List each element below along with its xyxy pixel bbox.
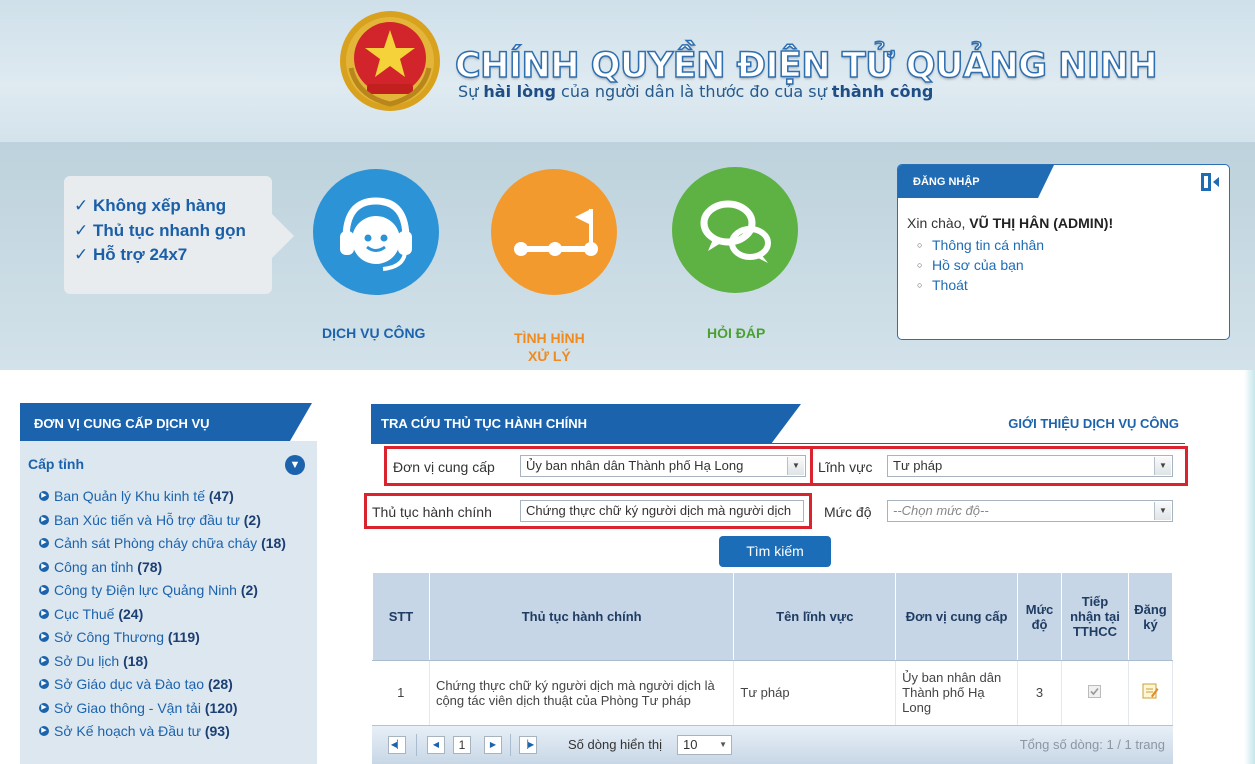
feature-callout: ✓ Không xếp hàng ✓ Thủ tục nhanh gọn ✓ H… bbox=[64, 176, 294, 294]
highlight-box bbox=[364, 493, 812, 529]
cell-procedure[interactable]: Chứng thực chữ ký người dịch mà người dị… bbox=[429, 660, 735, 725]
next-page-icon[interactable]: ▶ bbox=[484, 736, 502, 754]
sidebar-item[interactable]: ▶ Sở Du lịch (18) bbox=[39, 651, 314, 671]
page-edge-shade bbox=[1244, 370, 1255, 764]
provider-sidebar: Cấp tỉnh ▼ ▶ Ban Quản lý Khu kinh tế (47)… bbox=[20, 441, 317, 764]
column-header[interactable]: Đơn vị cung cấp bbox=[895, 572, 1019, 661]
sidebar-header: ĐƠN VỊ CUNG CẤP DỊCH VỤ bbox=[20, 403, 317, 441]
tab-title: TRA CỨU THỦ TỤC HÀNH CHÍNH bbox=[381, 416, 588, 431]
level-select[interactable]: --Chọn mức độ-- ▼ bbox=[887, 500, 1173, 522]
sidebar-item[interactable]: ▶ Sở Giáo dục và Đào tạo (28) bbox=[39, 674, 314, 694]
main-header: TRA CỨU THỦ TỤC HÀNH CHÍNH GIỚI THIỆU DỊ… bbox=[371, 404, 1185, 444]
sidebar-item[interactable]: ▶ Cục Thuế (24) bbox=[39, 604, 314, 624]
sidebar-item[interactable]: ▶ Công ty Điện lực Quảng Ninh (2) bbox=[39, 580, 314, 600]
profile-link[interactable]: Thông tin cá nhân bbox=[917, 235, 1044, 255]
last-page-icon[interactable]: ▕▶ bbox=[519, 736, 537, 754]
pagination-bar: ◀▏ ◀ 1 ▶ ▕▶ Số dòng hiển thị 10 ▼ Tổng số… bbox=[372, 725, 1173, 764]
edit-note-icon[interactable] bbox=[1141, 682, 1159, 700]
tab-procedure-lookup[interactable]: TRA CỨU THỦ TỤC HÀNH CHÍNH bbox=[371, 404, 801, 444]
feature-item: ✓ Thủ tục nhanh gọn bbox=[74, 221, 246, 240]
results-table: STT Thủ tục hành chính Tên lĩnh vực Đơn … bbox=[372, 572, 1174, 725]
cell-field: Tư pháp bbox=[733, 660, 897, 725]
service-intro-link[interactable]: GIỚI THIỆU DỊCH VỤ CÔNG bbox=[1008, 416, 1179, 431]
account-links: Thông tin cá nhân Hồ sơ của bạn Thoát bbox=[917, 235, 1044, 295]
processing-status-button[interactable] bbox=[491, 169, 617, 295]
bullet-arrow-icon: ▶ bbox=[39, 655, 49, 666]
logout-link[interactable]: Thoát bbox=[917, 275, 1044, 295]
processing-status-label[interactable]: TÌNH HÌNH XỬ LÝ bbox=[514, 329, 585, 365]
dropdown-arrow-icon[interactable]: ▼ bbox=[719, 736, 727, 754]
bullet-arrow-icon: ▶ bbox=[39, 608, 49, 619]
page-number-input[interactable]: 1 bbox=[453, 736, 471, 754]
bullet-arrow-icon: ▶ bbox=[39, 491, 49, 501]
search-button[interactable]: Tìm kiếm bbox=[719, 536, 831, 567]
feature-item: ✓ Hỗ trợ 24x7 bbox=[74, 245, 188, 264]
my-records-link[interactable]: Hồ sơ của bạn bbox=[917, 255, 1044, 275]
faq-button[interactable] bbox=[672, 167, 798, 293]
sidebar-group-label: Cấp tỉnh bbox=[28, 456, 84, 472]
highlight-box bbox=[810, 446, 1188, 486]
column-header[interactable]: Mức độ bbox=[1017, 572, 1062, 661]
sidebar-item[interactable]: ▶ Ban Xúc tiến và Hỗ trợ đầu tư (2) bbox=[39, 510, 314, 530]
column-header[interactable]: Đăng ký bbox=[1127, 572, 1174, 661]
cell-provider: Ủy ban nhân dân Thành phố Hạ Long bbox=[895, 660, 1019, 725]
cell-level: 3 bbox=[1017, 660, 1062, 725]
cell-stt: 1 bbox=[372, 660, 430, 725]
bullet-arrow-icon: ▶ bbox=[39, 514, 49, 525]
headset-icon bbox=[340, 197, 412, 271]
cell-tthcc bbox=[1061, 660, 1129, 725]
chevron-down-icon[interactable]: ▼ bbox=[285, 455, 305, 475]
site-slogan: Sự hài lòng của người dân là thước đo củ… bbox=[458, 82, 934, 101]
login-title: ĐĂNG NHẬP bbox=[913, 176, 980, 188]
dropdown-arrow-icon[interactable]: ▼ bbox=[1154, 502, 1171, 520]
national-emblem-logo bbox=[340, 11, 440, 111]
login-tab: ĐĂNG NHẬP bbox=[898, 165, 1054, 198]
column-header[interactable]: STT bbox=[372, 572, 430, 661]
chat-bubbles-icon bbox=[700, 200, 771, 263]
public-service-button[interactable] bbox=[313, 169, 439, 295]
highlight-box bbox=[384, 446, 813, 486]
greeting-text: Xin chào, VŨ THỊ HÂN (ADMIN)! bbox=[907, 215, 1114, 231]
table-row: 1 Chứng thực chữ ký người dịch mà người … bbox=[372, 660, 1174, 725]
sidebar-item[interactable]: ▶ Công an tỉnh (78) bbox=[39, 557, 314, 577]
progress-flag-icon bbox=[514, 209, 598, 256]
user-name: VŨ THỊ HÂN (ADMIN) bbox=[969, 215, 1109, 231]
site-header: CHÍNH QUYỀN ĐIỆN TỬ QUẢNG NINH Sự hài lò… bbox=[0, 0, 1255, 142]
column-header[interactable]: Thủ tục hành chính bbox=[428, 572, 735, 661]
public-service-label[interactable]: DỊCH VỤ CÔNG bbox=[322, 325, 425, 341]
logout-door-icon[interactable] bbox=[1199, 171, 1221, 193]
column-header[interactable]: Tên lĩnh vực bbox=[733, 572, 897, 661]
total-rows-text: Tổng số dòng: 1 / 1 trang bbox=[1019, 737, 1165, 752]
bullet-arrow-icon: ▶ bbox=[39, 585, 49, 595]
sidebar-item[interactable]: ▶ Cảnh sát Phòng cháy chữa cháy (18) bbox=[39, 533, 314, 553]
bullet-arrow-icon: ▶ bbox=[39, 538, 49, 548]
provider-list: ▶ Ban Quản lý Khu kinh tế (47) ▶ Ban Xúc t… bbox=[39, 486, 314, 745]
sidebar-title: ĐƠN VỊ CUNG CẤP DỊCH VỤ bbox=[34, 416, 210, 431]
sidebar-item[interactable]: ▶ Sở Giao thông - Vận tải (120) bbox=[39, 698, 314, 718]
cell-register bbox=[1128, 660, 1174, 725]
table-header-row: STT Thủ tục hành chính Tên lĩnh vực Đơn … bbox=[372, 572, 1174, 661]
level-label: Mức độ bbox=[824, 504, 872, 520]
rows-per-page-label: Số dòng hiển thị bbox=[568, 737, 662, 752]
sidebar-group-provincial[interactable]: Cấp tỉnh ▼ bbox=[20, 453, 317, 477]
bullet-arrow-icon: ▶ bbox=[39, 679, 49, 689]
sidebar-item[interactable]: ▶ Sở Kế hoạch và Đầu tư (93) bbox=[39, 721, 314, 741]
sidebar-item[interactable]: ▶ Ban Quản lý Khu kinh tế (47) bbox=[39, 486, 314, 506]
rows-per-page-select[interactable]: 10 ▼ bbox=[677, 735, 732, 755]
feature-item: ✓ Không xếp hàng bbox=[74, 196, 227, 215]
bullet-arrow-icon: ▶ bbox=[39, 702, 49, 713]
first-page-icon[interactable]: ◀▏ bbox=[388, 736, 406, 754]
bullet-arrow-icon: ▶ bbox=[39, 561, 49, 572]
site-title: CHÍNH QUYỀN ĐIỆN TỬ QUẢNG NINH bbox=[454, 45, 1158, 87]
bullet-arrow-icon: ▶ bbox=[39, 726, 49, 736]
checkbox-checked-icon bbox=[1088, 684, 1102, 698]
hero-banner: ✓ Không xếp hàng ✓ Thủ tục nhanh gọn ✓ H… bbox=[0, 142, 1255, 370]
login-panel: ĐĂNG NHẬP Xin chào, VŨ THỊ HÂN (ADMIN)! … bbox=[897, 164, 1230, 340]
column-header[interactable]: Tiếp nhận tại TTHCC bbox=[1061, 572, 1129, 661]
sidebar-item[interactable]: ▶ Sở Công Thương (119) bbox=[39, 627, 314, 647]
prev-page-icon[interactable]: ◀ bbox=[427, 736, 445, 754]
faq-label[interactable]: HỎI ĐÁP bbox=[707, 325, 765, 341]
bullet-arrow-icon: ▶ bbox=[39, 632, 49, 642]
